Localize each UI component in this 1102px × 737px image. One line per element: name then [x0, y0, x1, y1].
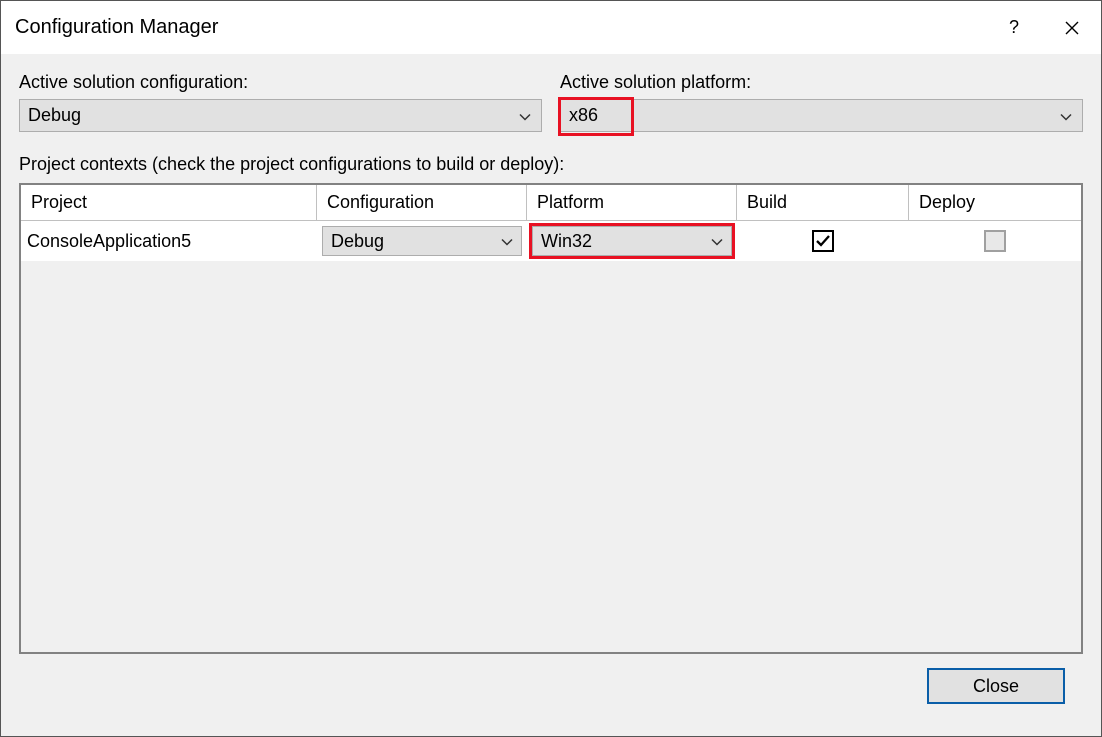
active-config-dropdown[interactable]: Debug — [19, 99, 542, 132]
grid-body: ConsoleApplication5 Debug Win32 — [21, 221, 1081, 652]
col-header-platform[interactable]: Platform — [527, 185, 737, 220]
window-title: Configuration Manager — [15, 16, 985, 39]
deploy-checkbox — [984, 230, 1006, 252]
table-row: ConsoleApplication5 Debug Win32 — [21, 221, 1081, 261]
chevron-down-icon — [711, 231, 723, 252]
help-icon: ? — [1009, 17, 1019, 38]
row-configuration-value: Debug — [331, 231, 384, 252]
row-configuration-dropdown[interactable]: Debug — [322, 226, 522, 256]
chevron-down-icon — [1060, 105, 1072, 126]
chevron-down-icon — [501, 231, 513, 252]
close-icon — [1065, 21, 1079, 35]
project-contexts-label: Project contexts (check the project conf… — [19, 154, 1083, 175]
active-platform-value: x86 — [569, 105, 598, 126]
configuration-manager-window: Configuration Manager ? Active solution … — [0, 0, 1102, 737]
active-config-value: Debug — [28, 105, 81, 126]
active-config-label: Active solution configuration: — [19, 72, 542, 93]
active-platform-dropdown[interactable]: x86 — [560, 99, 1083, 132]
chevron-down-icon — [519, 105, 531, 126]
row-platform-dropdown[interactable]: Win32 — [532, 226, 732, 256]
col-header-build[interactable]: Build — [737, 185, 909, 220]
active-platform-label: Active solution platform: — [560, 72, 1083, 93]
titlebar: Configuration Manager ? — [1, 1, 1101, 54]
grid-header: Project Configuration Platform Build Dep… — [21, 185, 1081, 221]
project-contexts-grid: Project Configuration Platform Build Dep… — [19, 183, 1083, 654]
build-checkbox[interactable] — [812, 230, 834, 252]
row-platform-value: Win32 — [541, 231, 592, 252]
col-header-deploy[interactable]: Deploy — [909, 185, 1081, 220]
dialog-footer: Close — [19, 654, 1083, 718]
dialog-body: Active solution configuration: Debug Act… — [1, 54, 1101, 736]
col-header-project[interactable]: Project — [21, 185, 317, 220]
close-window-button[interactable] — [1043, 1, 1101, 54]
close-button[interactable]: Close — [927, 668, 1065, 704]
close-button-label: Close — [973, 676, 1019, 697]
cell-project: ConsoleApplication5 — [21, 221, 317, 261]
col-header-configuration[interactable]: Configuration — [317, 185, 527, 220]
help-button[interactable]: ? — [985, 1, 1043, 54]
